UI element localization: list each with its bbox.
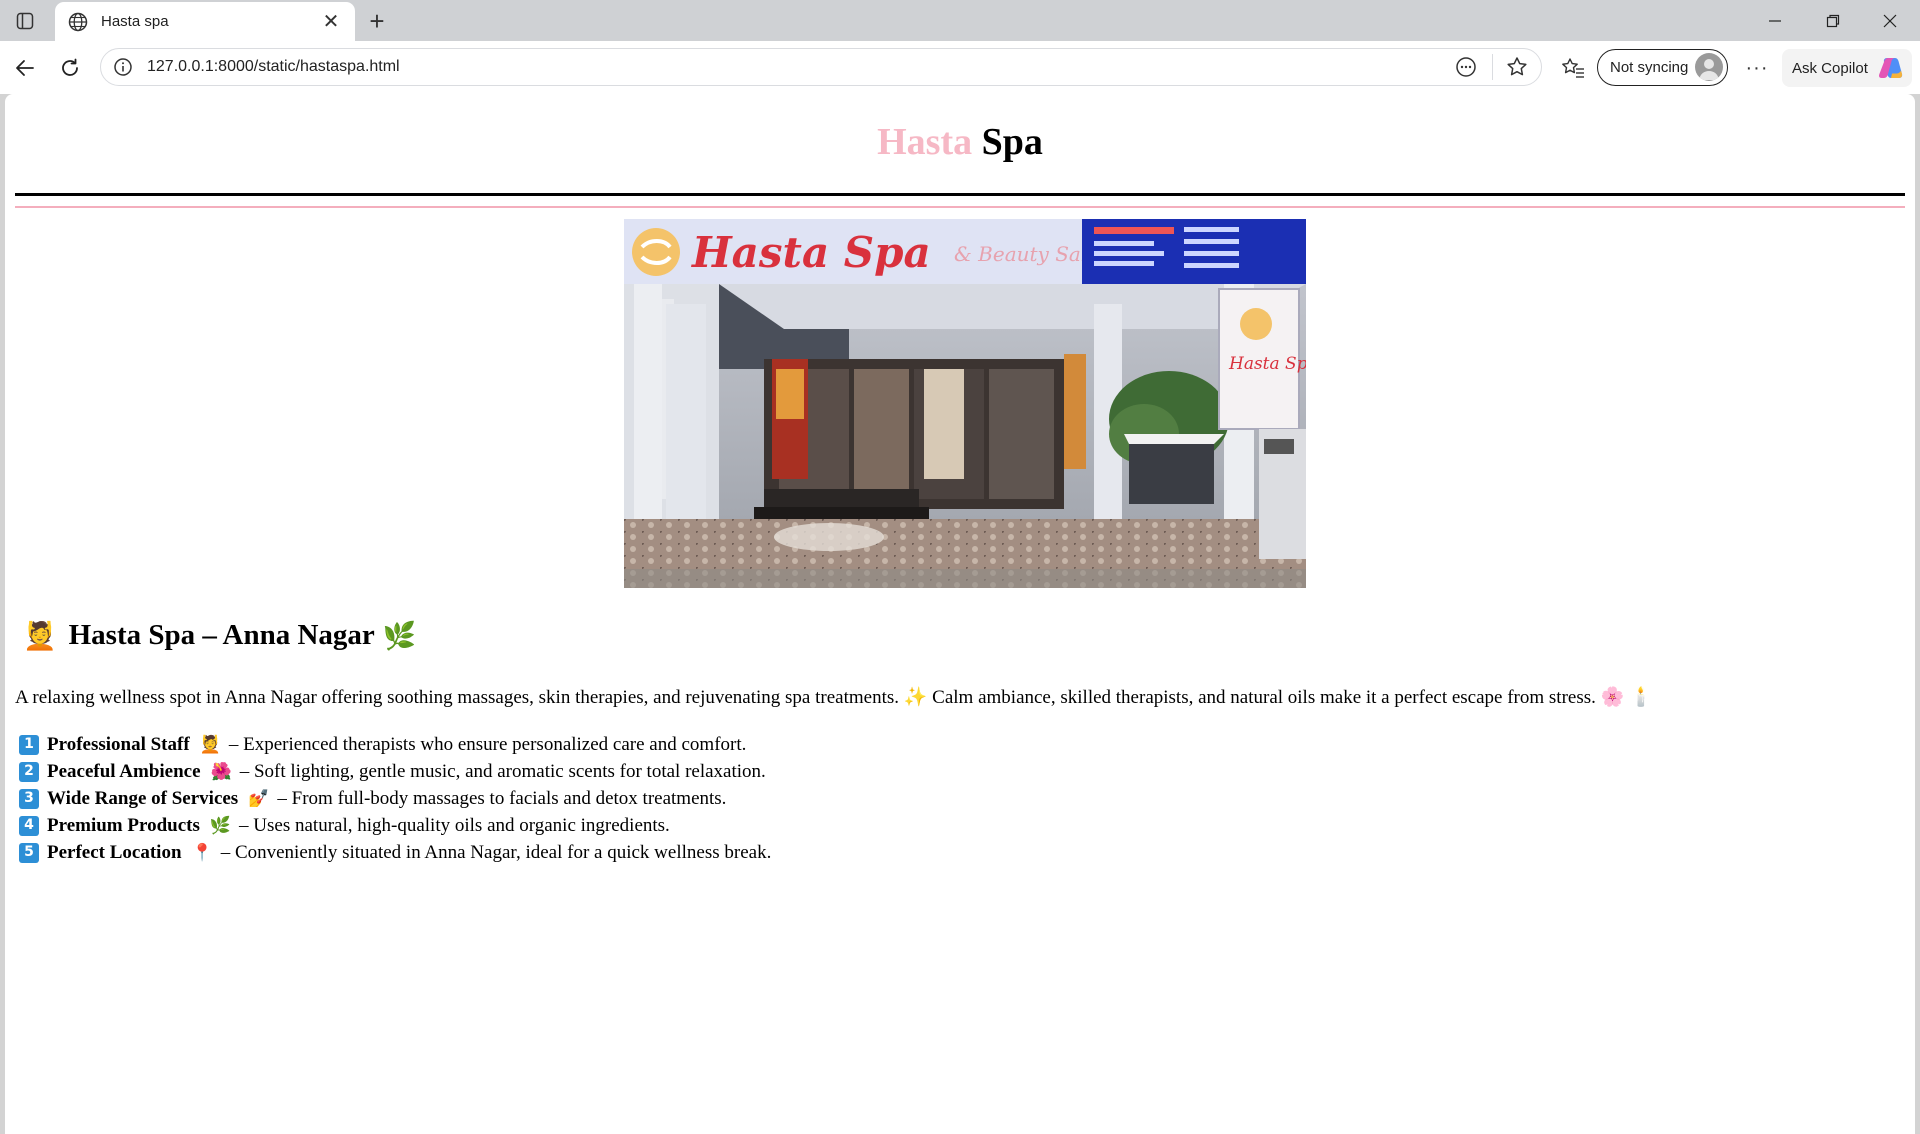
active-tab[interactable]: Hasta spa ✕ — [55, 2, 355, 41]
sync-label: Not syncing — [1610, 59, 1689, 76]
window-close-icon[interactable] — [1862, 0, 1918, 41]
number-badge-icon: 2 — [19, 761, 39, 782]
number-badge-icon: 3 — [19, 788, 39, 809]
url-text[interactable]: 127.0.0.1:8000/static/hastaspa.html — [147, 58, 1454, 76]
globe-icon — [68, 12, 88, 31]
close-tab-icon[interactable]: ✕ — [319, 10, 343, 34]
feature-desc: – Soft lighting, gentle music, and aroma… — [239, 761, 766, 782]
feature-emoji: 💅 — [248, 789, 270, 808]
browser-toolbar: 127.0.0.1:8000/static/hastaspa.html Not … — [0, 41, 1920, 94]
site-title: Hasta Spa — [15, 120, 1905, 164]
address-bar[interactable]: 127.0.0.1:8000/static/hastaspa.html — [100, 48, 1542, 86]
profile-sync-button[interactable]: Not syncing — [1597, 49, 1728, 86]
spa-storefront-image: Hasta Spa & Beauty Salon Hasta S — [624, 219, 1306, 588]
copilot-label: Ask Copilot — [1792, 59, 1868, 77]
feature-emoji: 📍 — [191, 843, 213, 862]
feature-emoji: 🌿 — [209, 816, 232, 835]
ask-copilot-button[interactable]: Ask Copilot — [1782, 49, 1912, 87]
favorite-star-icon[interactable] — [1505, 55, 1529, 79]
copilot-icon — [1879, 58, 1903, 78]
reload-icon[interactable] — [55, 53, 85, 83]
feature-desc: – Uses natural, high-quality oils and or… — [239, 815, 670, 836]
feature-title: Perfect Location — [47, 842, 182, 863]
feature-desc: – Experienced therapists who ensure pers… — [228, 734, 747, 755]
more-options-icon[interactable]: ··· — [1742, 53, 1772, 83]
site-info-icon[interactable] — [113, 57, 133, 77]
photo-sign-text: Hasta Spa — [691, 228, 931, 277]
avatar-icon — [1695, 53, 1723, 81]
section-title-text: Hasta Spa – Anna Nagar — [68, 619, 375, 651]
list-item: 4 Premium Products 🌿 – Uses natural, hig… — [19, 812, 771, 839]
list-item: 3 Wide Range of Services 💅 – From full-b… — [19, 785, 771, 812]
list-item: 2 Peaceful Ambience 🌺 – Soft lighting, g… — [19, 758, 771, 785]
favorites-icon[interactable] — [1560, 55, 1586, 81]
list-item: 5 Perfect Location 📍 – Conveniently situ… — [19, 839, 771, 866]
minimize-icon[interactable] — [1747, 0, 1803, 41]
divider-black — [15, 193, 1905, 196]
site-title-spa: Spa — [981, 121, 1043, 163]
herb-emoji: 🌿 — [382, 620, 417, 651]
photo-side-sign: Hasta Spa — [1228, 354, 1306, 374]
feature-desc: – Conveniently situated in Anna Nagar, i… — [220, 842, 772, 863]
page-viewport: Hasta Spa Hasta Spa & Beauty Salon Hasta… — [5, 94, 1915, 1134]
site-title-hasta: Hasta — [877, 121, 973, 163]
address-divider — [1492, 54, 1493, 80]
list-item: 1 Professional Staff 💆 – Experienced the… — [19, 731, 771, 758]
number-badge-icon: 5 — [19, 842, 39, 863]
feature-emoji: 🌺 — [210, 762, 232, 781]
tab-title: Hasta spa — [101, 13, 169, 30]
feature-title: Premium Products — [47, 815, 200, 836]
restore-icon[interactable] — [1805, 0, 1861, 41]
number-badge-icon: 1 — [19, 734, 39, 755]
divider-pink — [15, 206, 1905, 208]
massage-emoji: 💆 — [23, 620, 57, 651]
reading-mode-icon[interactable] — [1454, 55, 1478, 79]
section-title: 💆 Hasta Spa – Anna Nagar 🌿 — [23, 619, 416, 652]
feature-title: Wide Range of Services — [47, 788, 239, 809]
tab-bar: Hasta spa ✕ + — [0, 0, 1920, 41]
feature-title: Professional Staff — [47, 734, 190, 755]
number-badge-icon: 4 — [19, 815, 39, 836]
feature-title: Peaceful Ambience — [47, 761, 201, 782]
feature-desc: – From full-body massages to facials and… — [277, 788, 727, 809]
tab-actions-icon[interactable] — [12, 8, 38, 34]
feature-list: 1 Professional Staff 💆 – Experienced the… — [19, 731, 771, 866]
feature-emoji: 💆 — [199, 735, 221, 754]
intro-paragraph: A relaxing wellness spot in Anna Nagar o… — [15, 687, 1653, 708]
new-tab-button[interactable]: + — [362, 6, 392, 36]
back-arrow-icon[interactable] — [10, 53, 40, 83]
